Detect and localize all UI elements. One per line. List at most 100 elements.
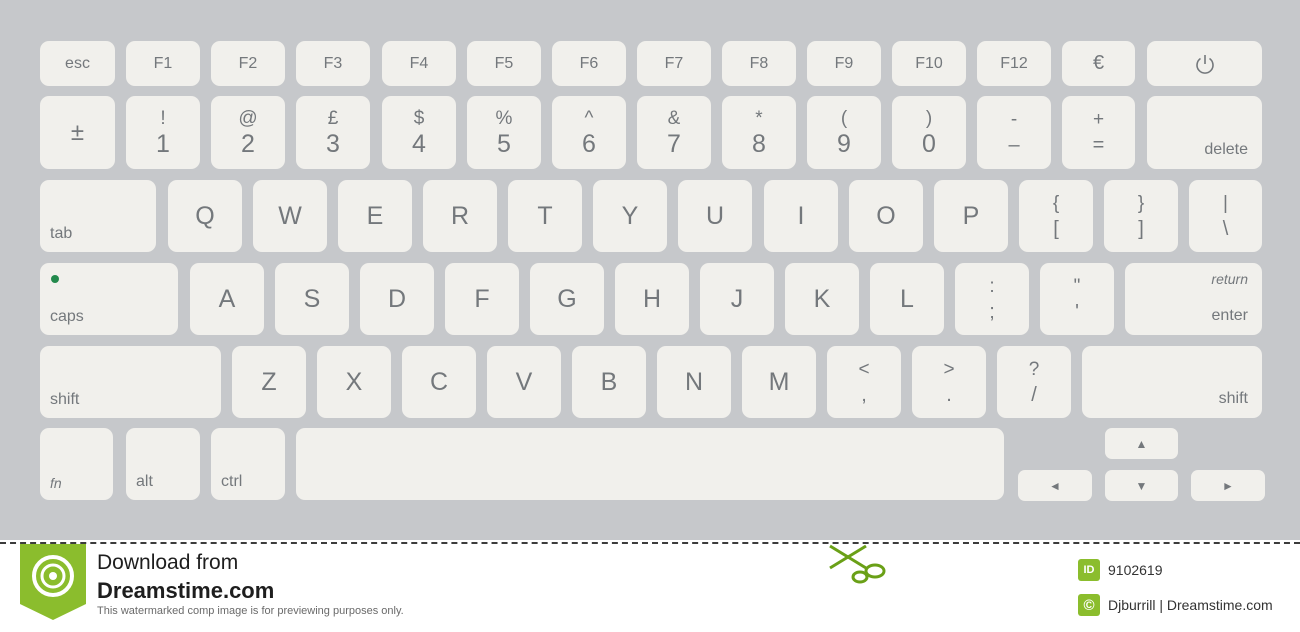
- key-f10[interactable]: F10: [892, 41, 966, 86]
- key-esc[interactable]: esc: [40, 41, 115, 86]
- key-5[interactable]: % 5: [467, 96, 541, 169]
- key-caps[interactable]: caps: [40, 263, 178, 335]
- key-euro[interactable]: €: [1062, 41, 1135, 86]
- key-g[interactable]: G: [530, 263, 604, 335]
- key-h[interactable]: H: [615, 263, 689, 335]
- key-m[interactable]: M: [742, 346, 816, 418]
- key-f1[interactable]: F1: [126, 41, 200, 86]
- key-fn[interactable]: fn: [40, 428, 113, 500]
- key-plusminus[interactable]: ±: [40, 96, 115, 169]
- key-f6[interactable]: F6: [552, 41, 626, 86]
- key-k[interactable]: K: [785, 263, 859, 335]
- key-i[interactable]: I: [764, 180, 838, 252]
- key-s[interactable]: S: [275, 263, 349, 335]
- key-label: C: [429, 367, 449, 396]
- key-label: U: [705, 201, 725, 230]
- key-delete[interactable]: delete: [1147, 96, 1262, 169]
- key-label: \: [1222, 217, 1229, 240]
- key-arrow-right[interactable]: ►: [1191, 470, 1265, 501]
- key-label: F8: [749, 54, 769, 72]
- key-label: tab: [50, 225, 73, 242]
- key-arrow-left[interactable]: ◄: [1018, 470, 1092, 501]
- key-shift-right[interactable]: shift: [1082, 346, 1262, 418]
- key-d[interactable]: D: [360, 263, 434, 335]
- key-b[interactable]: B: [572, 346, 646, 418]
- key-p[interactable]: P: [934, 180, 1008, 252]
- key-label: enter: [1211, 307, 1248, 324]
- key-label: .: [946, 383, 952, 406]
- key-n[interactable]: N: [657, 346, 731, 418]
- key-label: K: [813, 284, 831, 313]
- key-1[interactable]: ! 1: [126, 96, 200, 169]
- key-ctrl[interactable]: ctrl: [211, 428, 285, 500]
- key-label: ;: [989, 300, 995, 323]
- key-period[interactable]: >.: [912, 346, 986, 418]
- key-r[interactable]: R: [423, 180, 497, 252]
- key-label: ': [1075, 300, 1079, 323]
- key-y[interactable]: Y: [593, 180, 667, 252]
- key-z[interactable]: Z: [232, 346, 306, 418]
- key-shift-label: @: [238, 107, 258, 129]
- key-semicolon[interactable]: :;: [955, 263, 1029, 335]
- key-f5[interactable]: F5: [467, 41, 541, 86]
- key-power[interactable]: [1147, 41, 1262, 86]
- key-v[interactable]: V: [487, 346, 561, 418]
- key-t[interactable]: T: [508, 180, 582, 252]
- key-label: F2: [238, 54, 258, 72]
- key-w[interactable]: W: [253, 180, 327, 252]
- key-u[interactable]: U: [678, 180, 752, 252]
- key-slash[interactable]: ? /: [997, 346, 1071, 418]
- key-f12[interactable]: F12: [977, 41, 1051, 86]
- key-f7[interactable]: F7: [637, 41, 711, 86]
- key-arrow-down[interactable]: ▼: [1105, 470, 1178, 501]
- key-f3[interactable]: F3: [296, 41, 370, 86]
- key-right-bracket[interactable]: }]: [1104, 180, 1178, 252]
- key-c[interactable]: C: [402, 346, 476, 418]
- key-tab[interactable]: tab: [40, 180, 156, 252]
- key-2[interactable]: @2: [211, 96, 285, 169]
- key-minus[interactable]: - –: [977, 96, 1051, 169]
- key-f2[interactable]: F2: [211, 41, 285, 86]
- key-enter[interactable]: return enter: [1125, 263, 1262, 335]
- key-l[interactable]: L: [870, 263, 944, 335]
- key-comma[interactable]: <,: [827, 346, 901, 418]
- key-label: F6: [579, 54, 599, 72]
- key-label: 8: [752, 129, 766, 158]
- key-shift-label: *: [755, 107, 763, 129]
- key-0[interactable]: ) 0: [892, 96, 966, 169]
- key-alt-label: return: [1211, 271, 1248, 287]
- key-label: G: [557, 284, 577, 313]
- key-left-bracket[interactable]: {[: [1019, 180, 1093, 252]
- key-6[interactable]: ^ 6: [552, 96, 626, 169]
- key-f4[interactable]: F4: [382, 41, 456, 86]
- key-7[interactable]: & 7: [637, 96, 711, 169]
- key-9[interactable]: (9: [807, 96, 881, 169]
- key-shift-label: :: [989, 275, 995, 297]
- id-badge: ID: [1078, 559, 1100, 581]
- key-8[interactable]: * 8: [722, 96, 796, 169]
- key-arrow-up[interactable]: ▲: [1105, 428, 1178, 459]
- key-equals[interactable]: + =: [1062, 96, 1135, 169]
- key-j[interactable]: J: [700, 263, 774, 335]
- key-3[interactable]: £3: [296, 96, 370, 169]
- key-x[interactable]: X: [317, 346, 391, 418]
- key-shift-left[interactable]: shift: [40, 346, 221, 418]
- key-o[interactable]: O: [849, 180, 923, 252]
- key-q[interactable]: Q: [168, 180, 242, 252]
- key-alt[interactable]: alt: [126, 428, 200, 500]
- key-quote[interactable]: " ': [1040, 263, 1114, 335]
- key-a[interactable]: A: [190, 263, 264, 335]
- key-backslash[interactable]: | \: [1189, 180, 1262, 252]
- key-f9[interactable]: F9: [807, 41, 881, 86]
- key-label: /: [1031, 383, 1037, 406]
- key-space[interactable]: [296, 428, 1004, 500]
- key-f8[interactable]: F8: [722, 41, 796, 86]
- key-4[interactable]: $4: [382, 96, 456, 169]
- key-label: M: [768, 367, 790, 396]
- key-label: 1: [156, 129, 170, 158]
- download-from-text: Download from: [97, 551, 239, 574]
- key-label: ctrl: [221, 473, 243, 490]
- key-f[interactable]: F: [445, 263, 519, 335]
- key-shift-label: ^: [584, 107, 594, 129]
- key-e[interactable]: E: [338, 180, 412, 252]
